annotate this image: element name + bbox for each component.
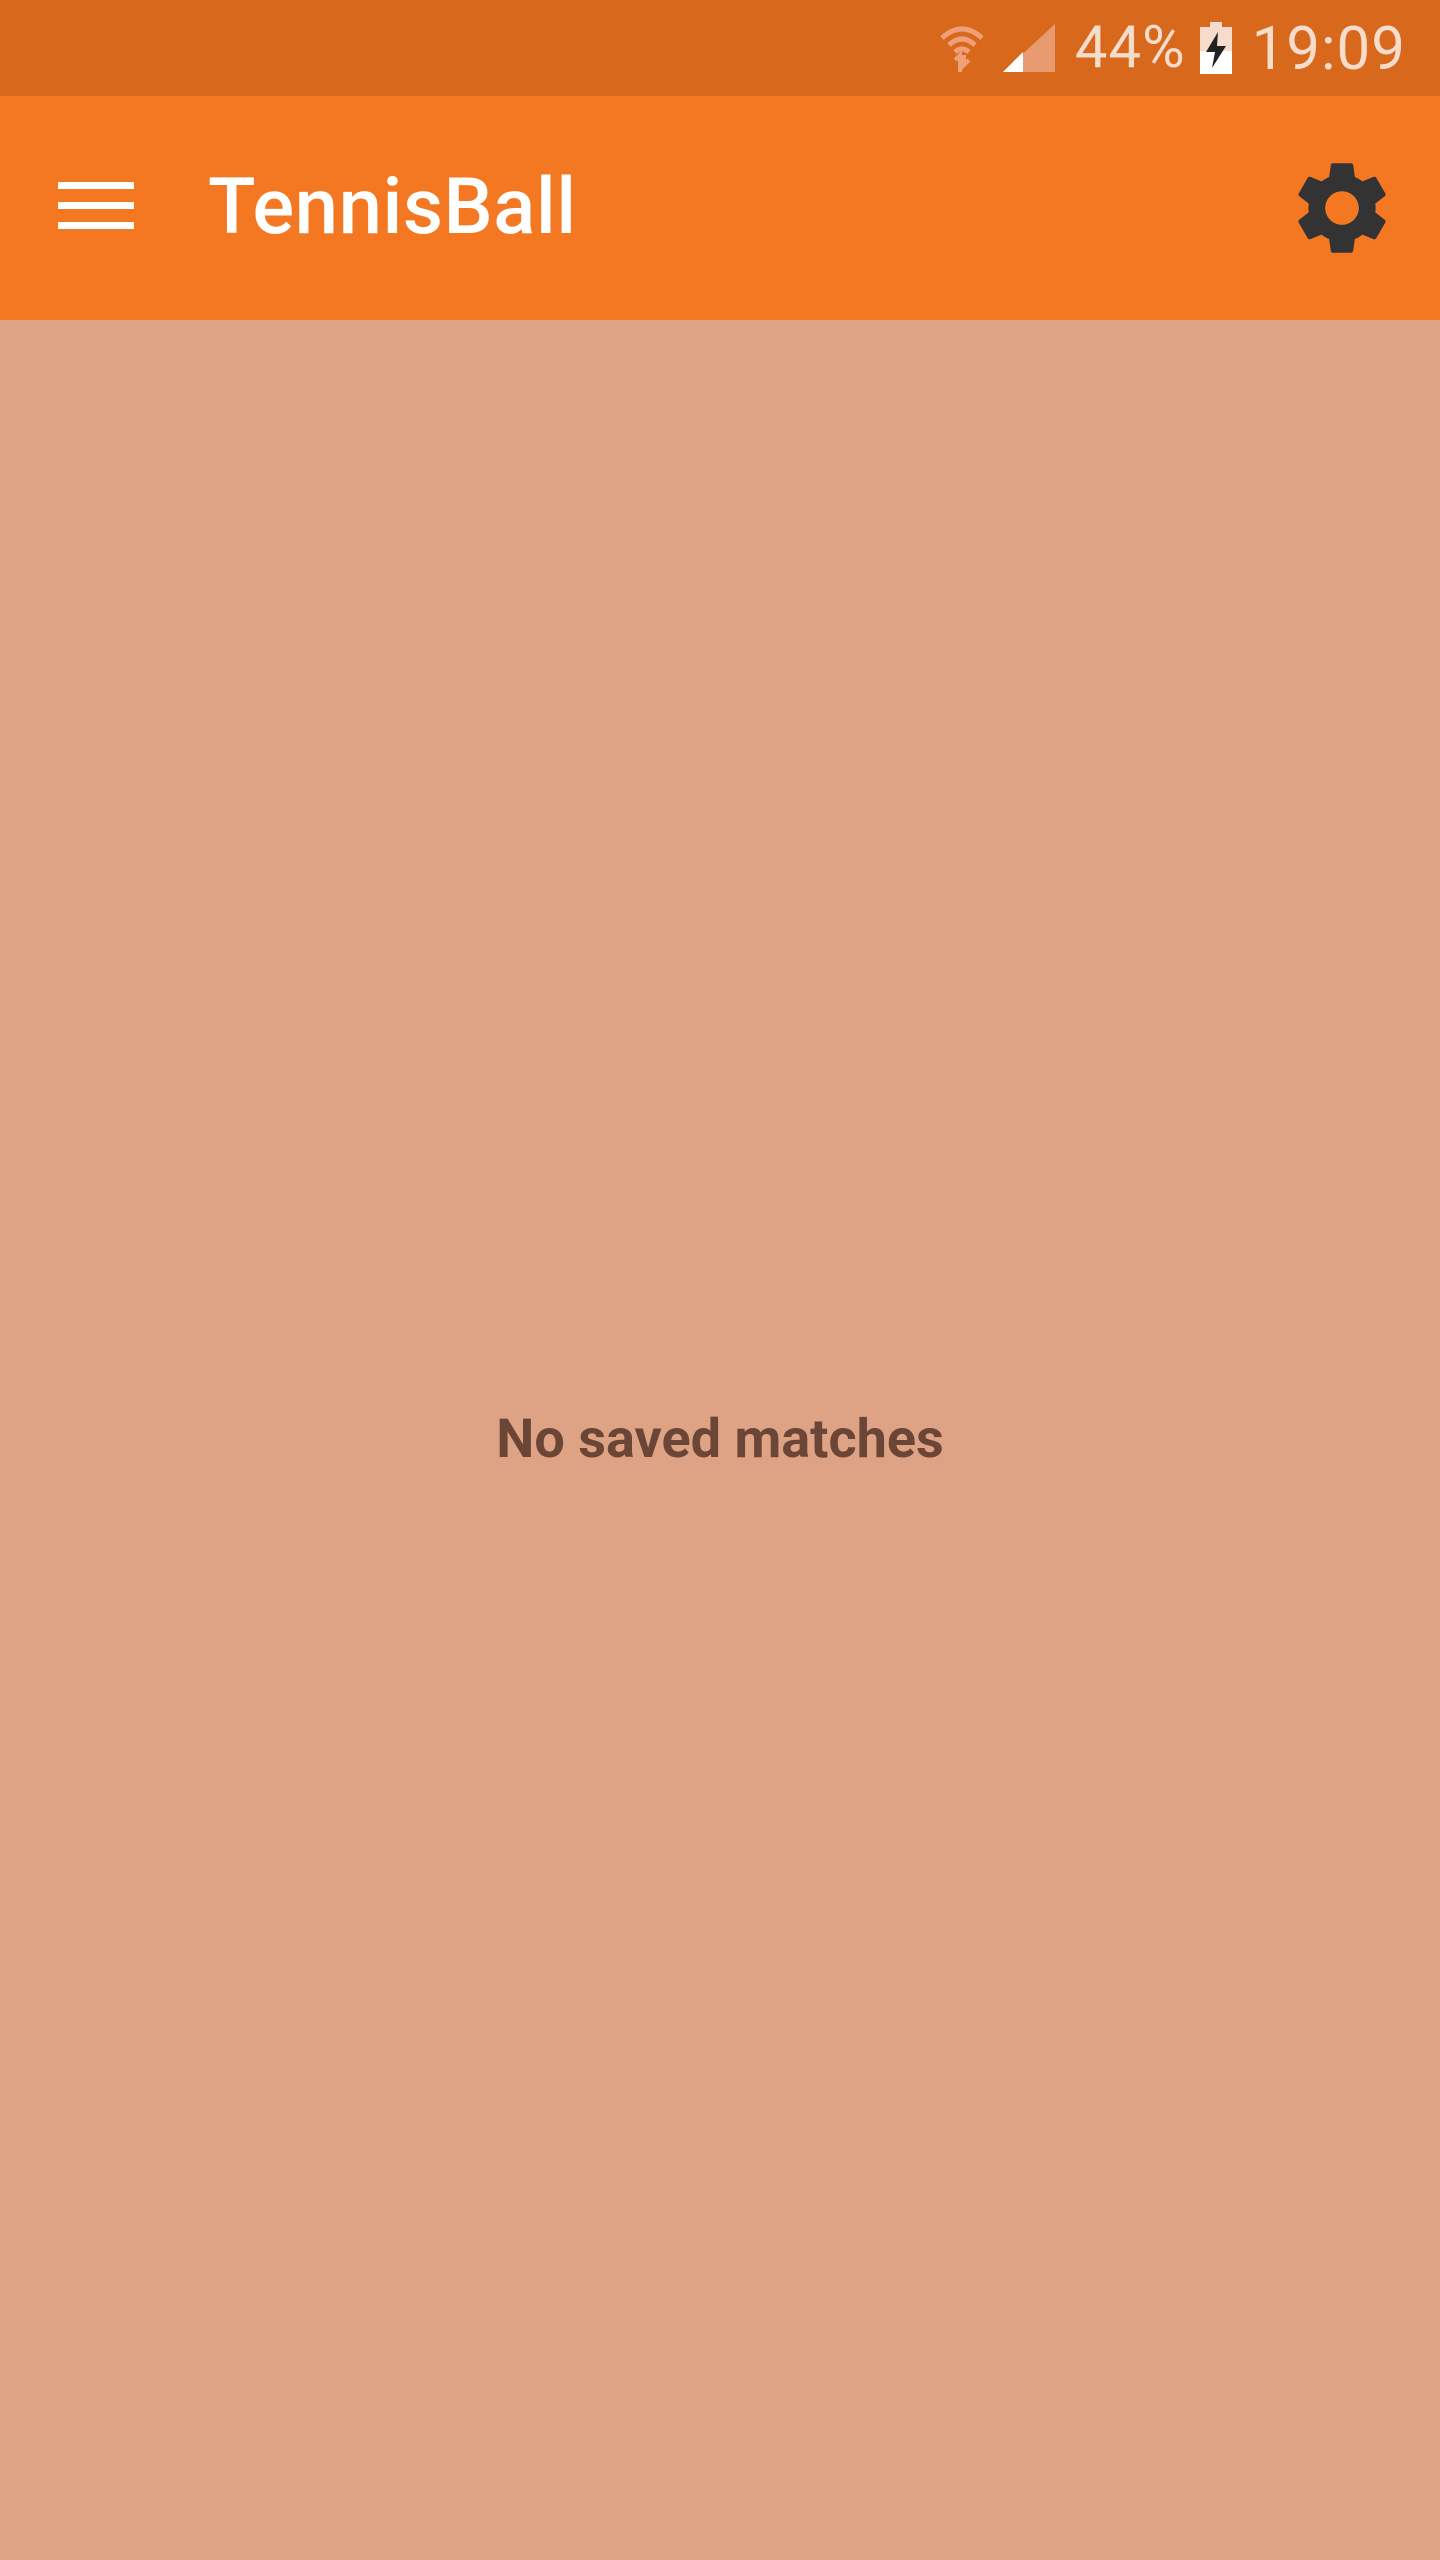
clock: 19:09 <box>1251 12 1406 84</box>
empty-state-message: No saved matches <box>496 1408 944 1471</box>
app-bar: TennisBall <box>0 96 1440 320</box>
status-bar: 44% 19:09 <box>0 0 1440 96</box>
battery-charging-icon <box>1199 22 1232 74</box>
signal-icon <box>1002 24 1055 72</box>
app-title: TennisBall <box>208 162 577 253</box>
wifi-icon <box>940 26 984 72</box>
hamburger-menu-icon <box>58 182 134 189</box>
matches-list: No saved matches <box>0 320 1440 2560</box>
menu-button[interactable] <box>58 178 134 234</box>
gear-icon[interactable] <box>1286 152 1398 264</box>
battery-percentage: 44% <box>1074 14 1186 82</box>
